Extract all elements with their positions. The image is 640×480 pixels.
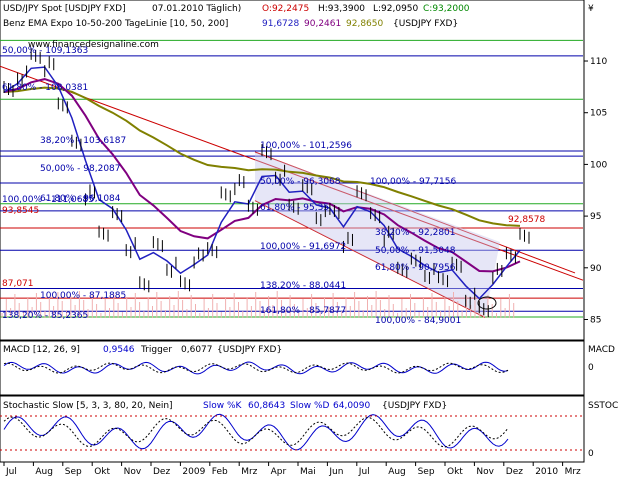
x-tick-label-19: Mrz <box>565 467 581 477</box>
ema-header-symbol: {USDJPY FXD} <box>393 19 458 29</box>
currency-symbol: ¥ <box>588 4 594 14</box>
macd-symbol: {USDJPY FXD} <box>217 345 282 355</box>
y-tick-label-2: 100 <box>590 160 607 170</box>
fib-label-17: 61,80% - 108,0381 <box>2 83 88 93</box>
price-header-date: 07.01.2010 Täglich) <box>152 4 241 14</box>
x-tick-label-14: Sep <box>418 467 435 477</box>
y-tick-label-5: 85 <box>590 315 601 325</box>
fib-label-6: 50,00% - 96,3068 <box>260 177 341 187</box>
fib-label-13: 138,20% - 88,0441 <box>260 281 346 291</box>
x-tick-label-12: Jul <box>358 467 370 477</box>
x-tick-label-16: Nov <box>476 467 494 477</box>
stoch-k-value: 60,8643 <box>248 401 285 411</box>
fib-label-18: 100,00% - 111,0685 <box>2 195 94 205</box>
stoch-k-label: Slow %K <box>203 401 242 411</box>
stoch-zero-tick: 0 <box>588 449 594 459</box>
x-tick-label-9: Apr <box>271 467 287 477</box>
stoch-d-label: Slow %D <box>290 401 329 411</box>
x-tick-label-6: 2009 <box>182 467 205 477</box>
x-tick-label-11: Jun <box>328 467 343 477</box>
x-tick-label-3: Okt <box>94 467 110 477</box>
y-tick-label-4: 90 <box>590 264 602 274</box>
fib-label-0: 38,20% - 103,6187 <box>40 136 126 146</box>
x-tick-label-17: Dez <box>506 467 523 477</box>
fib-label-1: 50,00% - 98,2087 <box>40 164 121 174</box>
fib-label-8: 100,00% - 97,7156 <box>370 177 457 187</box>
x-tick-label-4: Nov <box>124 467 142 477</box>
fib-label-5: 100,00% - 101,2596 <box>260 141 352 151</box>
price-header-high: H:93,3900 <box>318 4 365 14</box>
macd-title: MACD [12, 26, 9] <box>3 345 80 355</box>
y-tick-label-1: 105 <box>590 109 607 119</box>
fib-label-11: 50,00% - 91,5048 <box>375 246 456 256</box>
x-tick-label-10: Mai <box>300 467 316 477</box>
x-tick-label-13: Aug <box>388 467 406 477</box>
fib-label-10: 38,20% - 92,2801 <box>375 228 456 238</box>
macd-side-label: MACD <box>588 345 615 355</box>
fib-label-3: 100,00% - 87,1885 <box>40 291 126 301</box>
usdjpy-chart: 38,20% - 103,6187 50,00% - 98,2087 61,80% … <box>0 0 618 477</box>
fib-label-9: 100,00% - 91,6972 <box>260 242 346 252</box>
x-tick-label-15: Okt <box>447 467 463 477</box>
macd-trigger-label: Trigger <box>140 345 172 355</box>
x-tick-label-0: Jul <box>5 467 17 477</box>
macd-value: 0,9546 <box>103 345 135 355</box>
x-tick-label-5: Dez <box>153 467 170 477</box>
stoch-d-value: 64,0090 <box>333 401 370 411</box>
price-header-open: O:92,2475 <box>262 4 309 14</box>
stoch-side-label: SSTOC <box>588 401 618 411</box>
fib-label-15: 100,00% - 84,9001 <box>375 316 461 326</box>
ema-header-v200: 92,8650 <box>346 19 383 29</box>
price-header-low: L:92,0950 <box>373 4 419 14</box>
fib-label-7: 61,80% - 95,35 <box>260 203 329 213</box>
price-label-2: 92,8578 <box>508 215 545 225</box>
macd-zero-tick: 0 <box>588 363 594 373</box>
ema-header-v10: 91,6728 <box>262 19 299 29</box>
watermark: www.financedesignaline.com <box>28 40 159 50</box>
x-tick-label-1: Aug <box>35 467 53 477</box>
chart-stage: 38,20% - 103,6187 50,00% - 98,2087 61,80% … <box>0 0 640 480</box>
price-label-0: 93,8545 <box>2 206 39 216</box>
x-tick-label-2: Sep <box>65 467 82 477</box>
stoch-symbol: {USDJPY FXD} <box>382 401 447 411</box>
y-tick-label-0: 110 <box>590 57 607 67</box>
stoch-title: Stochastic Slow [5, 3, 3, 80, 20, Nein] <box>3 401 173 411</box>
ema-header-name: Benz EMA Expo 10-50-200 TageLinie [10, 5… <box>3 19 228 29</box>
x-tick-label-18: 2010 <box>535 467 558 477</box>
y-tick-label-3: 95 <box>590 212 601 222</box>
x-tick-label-8: Mrz <box>241 467 257 477</box>
fib-label-12: 61,80% - 90,7956 <box>375 263 456 273</box>
fib-label-4: 138,20% - 85,2365 <box>2 311 88 321</box>
price-header-symbol: USD/JPY Spot [USDJPY FXD] <box>3 4 126 14</box>
ema-header-v50: 90,2461 <box>304 19 341 29</box>
x-tick-label-7: Feb <box>212 467 228 477</box>
fib-label-14: 161,80% - 85,7877 <box>260 306 346 316</box>
price-header-close: C:93,2000 <box>423 4 470 14</box>
macd-trigger-value: 0,6077 <box>181 345 213 355</box>
price-label-1: 87,071 <box>2 279 34 289</box>
